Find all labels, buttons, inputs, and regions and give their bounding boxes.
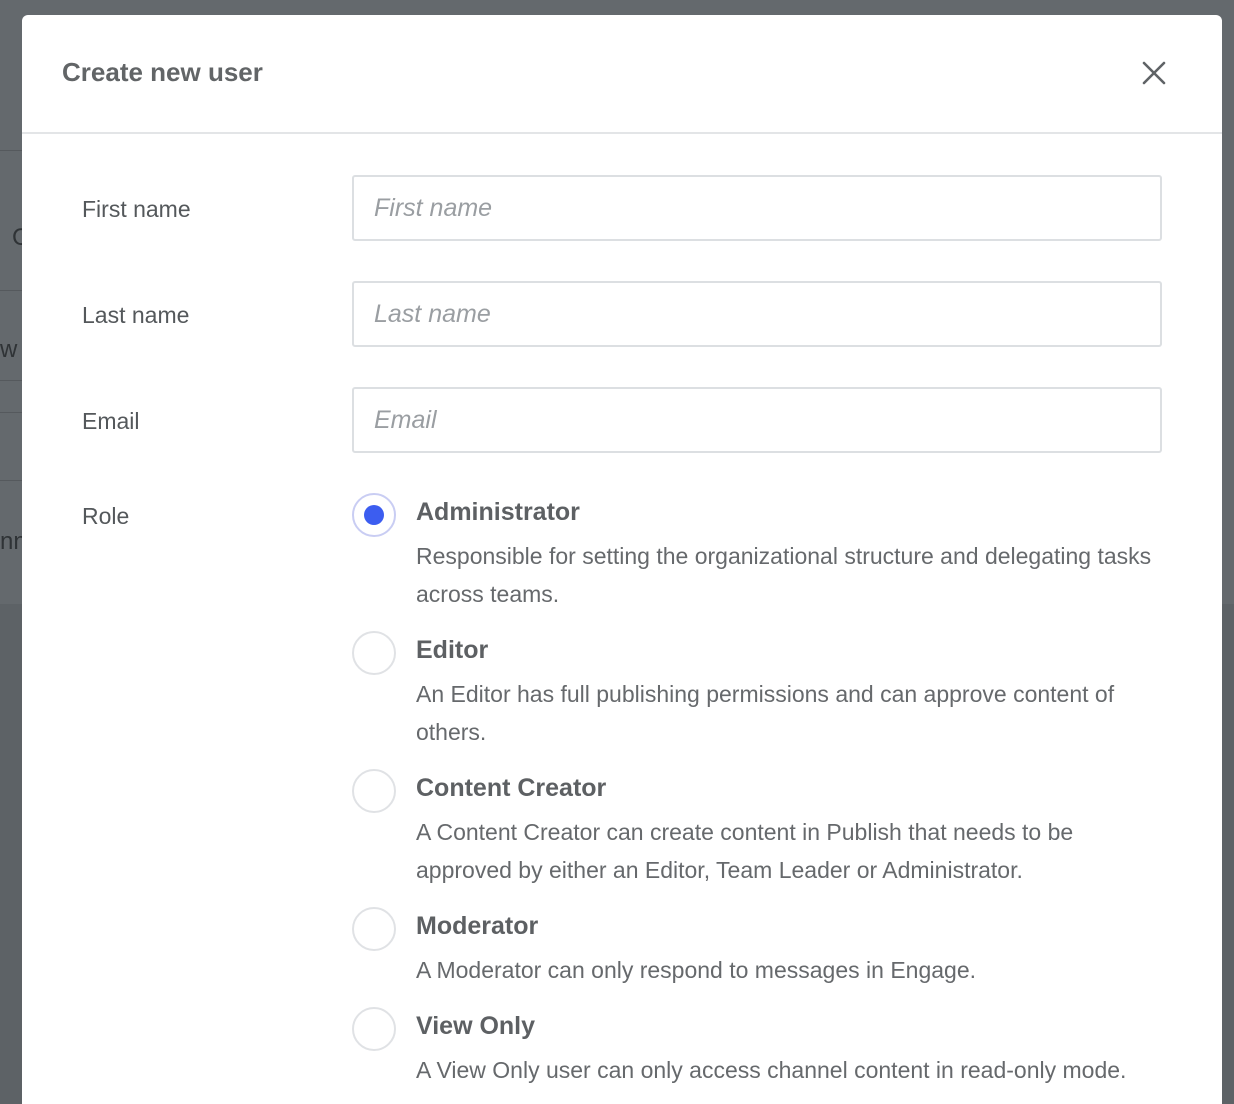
role-description: Responsible for setting the organization… xyxy=(416,543,1152,607)
role-radio-view-only[interactable] xyxy=(352,1007,396,1051)
modal-header: Create new user xyxy=(22,15,1222,134)
role-option-view-only[interactable]: View Only A View Only user can only acce… xyxy=(352,1007,1182,1091)
role-title: View Only xyxy=(416,1012,536,1040)
role-radio-editor[interactable] xyxy=(352,631,396,675)
role-title: Editor xyxy=(416,636,489,664)
role-description: An Editor has full publishing permission… xyxy=(416,681,1115,745)
role-option-content-creator[interactable]: Content Creator A Content Creator can cr… xyxy=(352,769,1182,889)
role-label: Role xyxy=(82,503,130,529)
role-option-moderator[interactable]: Moderator A Moderator can only respond t… xyxy=(352,907,1182,991)
close-icon xyxy=(1142,61,1166,85)
role-description: A Moderator can only respond to messages… xyxy=(416,957,977,983)
role-title: Administrator xyxy=(416,498,580,526)
create-user-modal: Create new user First name Last name Ema… xyxy=(22,15,1222,1104)
email-input[interactable] xyxy=(352,387,1162,453)
role-radio-content-creator[interactable] xyxy=(352,769,396,813)
modal-title: Create new user xyxy=(62,57,263,87)
background-text-fragment: w xyxy=(0,336,18,363)
role-radio-administrator[interactable] xyxy=(352,493,396,537)
first-name-input[interactable] xyxy=(352,175,1162,241)
role-description: A View Only user can only access channel… xyxy=(416,1057,1127,1083)
email-label: Email xyxy=(82,408,140,434)
close-button[interactable] xyxy=(1136,55,1172,91)
role-option-administrator[interactable]: Administrator Responsible for setting th… xyxy=(352,493,1182,613)
role-option-editor[interactable]: Editor An Editor has full publishing per… xyxy=(352,631,1182,751)
last-name-label: Last name xyxy=(82,302,190,328)
role-title: Content Creator xyxy=(416,774,607,802)
first-name-label: First name xyxy=(82,196,191,222)
radio-selected-dot xyxy=(364,505,384,525)
last-name-input[interactable] xyxy=(352,281,1162,347)
role-description: A Content Creator can create content in … xyxy=(416,819,1074,883)
role-radio-moderator[interactable] xyxy=(352,907,396,951)
role-title: Moderator xyxy=(416,912,539,940)
